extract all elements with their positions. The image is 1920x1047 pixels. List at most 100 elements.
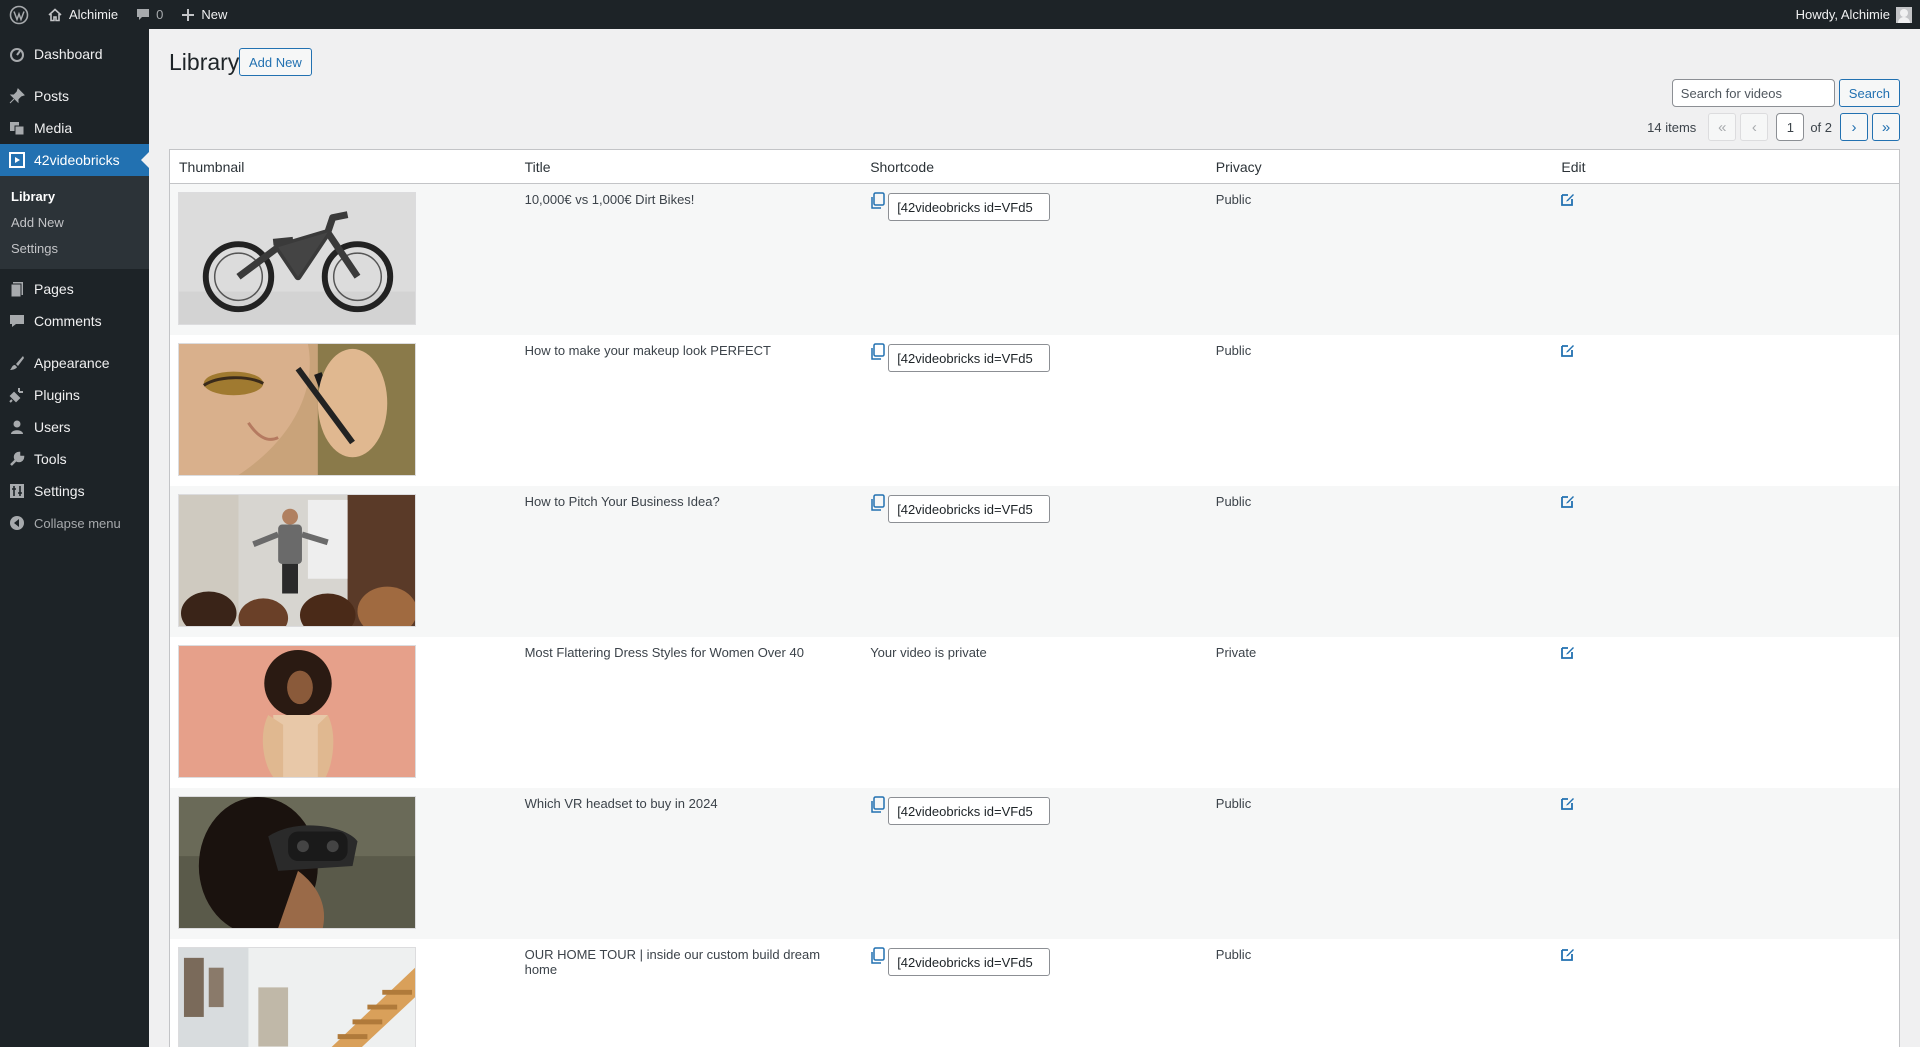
- sidebar-item-label: Settings: [34, 483, 85, 499]
- search-box: Search: [1671, 79, 1900, 107]
- copy-icon[interactable]: [870, 192, 886, 210]
- comments-link[interactable]: 0: [127, 0, 172, 29]
- shortcode-field[interactable]: [42videobricks id=VFd5: [888, 948, 1051, 976]
- new-content-link[interactable]: New: [172, 0, 236, 29]
- submenu-item-settings[interactable]: Settings: [0, 235, 149, 261]
- edit-icon[interactable]: [1561, 645, 1575, 659]
- video-thumbnail[interactable]: [178, 343, 416, 476]
- sidebar-item-pages[interactable]: Pages: [0, 273, 149, 305]
- search-button[interactable]: Search: [1838, 79, 1900, 107]
- shortcode-field[interactable]: [42videobricks id=VFd5: [888, 193, 1051, 221]
- privacy-cell: Public: [1215, 494, 1252, 509]
- first-page-button: «: [1708, 113, 1737, 141]
- video-thumbnail[interactable]: [178, 192, 416, 325]
- video-thumbnail[interactable]: [178, 947, 416, 1047]
- edit-cell: [1552, 486, 1899, 637]
- shortcode-field[interactable]: [42videobricks id=VFd5: [888, 344, 1051, 372]
- shortcode-field[interactable]: [42videobricks id=VFd5: [888, 797, 1051, 825]
- sidebar-item-tools[interactable]: Tools: [0, 443, 149, 475]
- last-page-button[interactable]: »: [1872, 113, 1900, 141]
- videos-table: Thumbnail Title Shortcode Privacy Edit 1…: [169, 149, 1900, 1047]
- privacy-cell: Public: [1215, 947, 1252, 962]
- items-count: 14 items: [1647, 119, 1697, 135]
- edit-icon[interactable]: [1561, 192, 1575, 206]
- sidebar-item-media[interactable]: Media: [0, 112, 149, 144]
- column-header-privacy: Privacy: [1215, 159, 1262, 175]
- account-menu[interactable]: Howdy, Alchimie: [1787, 0, 1920, 29]
- sidebar-item-label: Plugins: [34, 387, 80, 403]
- sidebar-item-settings[interactable]: Settings: [0, 475, 149, 507]
- sidebar-item-label: Users: [34, 419, 71, 435]
- submenu-item-add-new[interactable]: Add New: [0, 209, 149, 235]
- search-input[interactable]: [1671, 79, 1835, 107]
- edit-icon[interactable]: [1561, 796, 1575, 810]
- plus-icon: [182, 8, 195, 21]
- brush-icon: [9, 355, 25, 371]
- collapse-label: Collapse menu: [34, 515, 121, 531]
- sidebar-item-comments[interactable]: Comments: [0, 305, 149, 337]
- column-header-shortcode: Shortcode: [870, 159, 935, 175]
- copy-icon[interactable]: [870, 343, 886, 361]
- add-new-button[interactable]: Add New: [239, 48, 312, 76]
- column-header-edit: Edit: [1561, 159, 1586, 175]
- thumbnail-cell: [170, 335, 516, 486]
- video-thumbnail[interactable]: [178, 796, 416, 929]
- prev-page-button: ‹: [1740, 113, 1769, 141]
- total-pages: of 2: [1810, 119, 1832, 135]
- copy-icon[interactable]: [870, 796, 886, 814]
- shortcode-cell: [42videobricks id=VFd5: [861, 486, 1207, 637]
- collapse-menu-button[interactable]: Collapse menu: [0, 507, 149, 539]
- page-title: Library: [169, 49, 240, 75]
- shortcode-cell: [42videobricks id=VFd5: [861, 788, 1207, 939]
- sidebar-submenu: Library Add New Settings: [0, 176, 149, 269]
- sidebar-item-dashboard[interactable]: Dashboard: [0, 38, 149, 70]
- table-row: OUR HOME TOUR | inside our custom build …: [170, 939, 1899, 1047]
- table-header: Thumbnail Title Shortcode Privacy Edit: [170, 150, 1899, 184]
- sidebar-item-appearance[interactable]: Appearance: [0, 347, 149, 379]
- submenu-item-library[interactable]: Library: [0, 183, 149, 209]
- edit-icon[interactable]: [1561, 494, 1575, 508]
- main-content: Library Add New Search 14 items « ‹ 1 of…: [149, 29, 1920, 1047]
- title-cell: OUR HOME TOUR | inside our custom build …: [524, 947, 821, 977]
- table-row: Most Flattering Dress Styles for Women O…: [170, 637, 1899, 788]
- wordpress-logo-icon[interactable]: [0, 0, 38, 29]
- edit-cell: [1552, 939, 1899, 1047]
- sidebar-item-label: Pages: [34, 281, 74, 297]
- current-page-input[interactable]: 1: [1776, 113, 1805, 141]
- table-row: 10,000€ vs 1,000€ Dirt Bikes! [42videobr…: [170, 184, 1899, 335]
- media-icon: [9, 120, 25, 136]
- privacy-cell: Private: [1215, 645, 1257, 660]
- edit-cell: [1552, 184, 1899, 335]
- comment-icon: [137, 8, 150, 20]
- edit-cell: [1552, 335, 1899, 486]
- avatar: [1896, 6, 1912, 23]
- sidebar-item-plugins[interactable]: Plugins: [0, 379, 149, 411]
- sidebar-item-users[interactable]: Users: [0, 411, 149, 443]
- video-thumbnail[interactable]: [178, 494, 416, 627]
- howdy-text: Howdy, Alchimie: [1795, 7, 1890, 22]
- thumbnail-cell: [170, 788, 516, 939]
- copy-icon[interactable]: [870, 494, 886, 512]
- wrench-icon: [9, 451, 25, 467]
- column-header-title: Title: [524, 159, 551, 175]
- next-page-button[interactable]: ›: [1840, 113, 1868, 141]
- shortcode-field[interactable]: [42videobricks id=VFd5: [888, 495, 1051, 523]
- table-row: How to Pitch Your Business Idea? [42vide…: [170, 486, 1899, 637]
- title-cell: How to make your makeup look PERFECT: [524, 343, 771, 358]
- privacy-cell: Public: [1215, 192, 1252, 207]
- site-name-link[interactable]: Alchimie: [38, 0, 127, 29]
- privacy-cell: Public: [1215, 343, 1252, 358]
- user-icon: [9, 419, 25, 435]
- video-thumbnail[interactable]: [178, 645, 416, 778]
- title-cell: How to Pitch Your Business Idea?: [524, 494, 720, 509]
- edit-icon[interactable]: [1561, 343, 1575, 357]
- edit-icon[interactable]: [1561, 947, 1575, 961]
- comment-icon: [9, 313, 25, 329]
- dashboard-icon: [9, 46, 25, 62]
- copy-icon[interactable]: [870, 947, 886, 965]
- sidebar-item-label: Posts: [34, 88, 70, 104]
- sidebar-item-42videobricks[interactable]: 42videobricks: [0, 144, 149, 176]
- sidebar-item-posts[interactable]: Posts: [0, 80, 149, 112]
- privacy-cell: Public: [1215, 796, 1252, 811]
- pagination: 14 items « ‹ 1 of 2 › »: [1647, 113, 1900, 141]
